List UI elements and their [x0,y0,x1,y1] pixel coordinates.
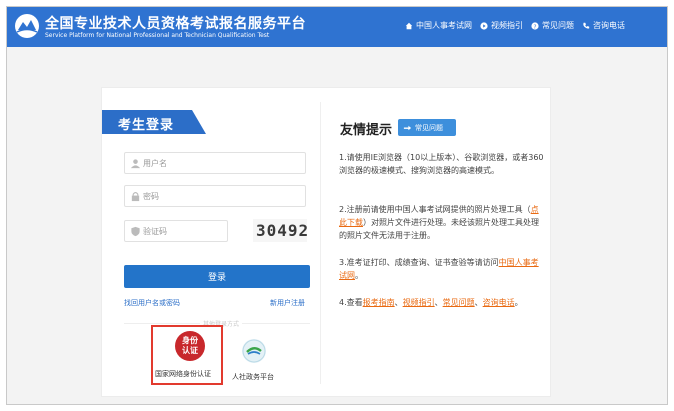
tip-photo: 2.注册前请使用中国人事考试网提供的照片处理工具（点此下载）对照片文件进行处理。… [339,203,545,242]
tip-text: ）对照片文件进行处理。未经该照片处理工具处理的照片文件无法用于注册。 [339,218,539,240]
tip-text: 。 [355,271,363,280]
nav-link-faq[interactable]: ? 常见问题 [531,20,574,31]
tip-help-links: 4.查看报考指南、视频指引、常见问题、咨询电话。 [339,298,523,307]
captcha-image[interactable]: 30492 [253,219,310,242]
svg-text:?: ? [534,24,537,30]
password-input[interactable] [143,189,298,204]
faq-button-label: 常见问题 [415,123,443,132]
user-icon [130,159,141,169]
play-icon [480,21,488,30]
main-card: 考生登录 30492 登录 找回用户名或密码 新用户注册 其他登录方式 身份认证… [101,87,551,397]
faq-button[interactable]: 常见问题 [398,119,456,136]
nav-label: 中国人事考试网 [416,21,472,30]
nav-label: 常见问题 [542,21,574,30]
video-guide-link[interactable]: 视频指引 [403,298,435,307]
hotline-link[interactable]: 咨询电话 [483,298,515,307]
faq-link[interactable]: 常见问题 [443,298,475,307]
forgot-credentials-link[interactable]: 找回用户名或密码 [124,298,180,308]
captcha-text: 30492 [256,221,310,240]
card-separator [320,102,321,384]
tip-text: 2.注册前请使用中国人事考试网提供的照片处理工具（ [339,205,531,214]
shield-icon [131,226,140,237]
gov-platform-icon[interactable] [242,339,266,363]
browser-frame: 全国专业技术人员资格考试报名服务平台 Service Platform for … [6,6,668,405]
phone-icon [583,22,590,29]
captcha-input[interactable] [143,224,223,239]
username-field[interactable] [124,152,306,174]
tip-text: 4.查看 [339,298,363,307]
nav-link-phone[interactable]: 咨询电话 [582,20,625,31]
home-icon [405,22,413,29]
nav-link-video[interactable]: 视频指引 [480,20,523,31]
username-input[interactable] [143,156,298,171]
lock-icon [131,192,140,202]
password-field[interactable] [124,185,306,207]
nav-label: 咨询电话 [593,21,625,30]
login-title: 考生登录 [118,118,175,133]
id-auth-label: 国家网络身份认证 [155,370,211,378]
register-link[interactable]: 新用户注册 [270,298,305,308]
tip-exam-services: 3.准考证打印、成绩查询、证书查验等请访问中国人事考试网。 [339,256,545,282]
nav-link-cpta[interactable]: 中国人事考试网 [405,20,472,31]
nav-label: 视频指引 [491,21,523,30]
national-id-auth-button[interactable]: 身份 认证 国家网络身份认证 [151,325,223,385]
site-subtitle: Service Platform for National Profession… [45,32,270,39]
header-bar: 全国专业技术人员资格考试报名服务平台 Service Platform for … [7,7,667,47]
tip-text: 3.准考证打印、成绩查询、证书查验等请访问 [339,258,499,267]
site-title: 全国专业技术人员资格考试报名服务平台 [45,16,306,32]
guide-link[interactable]: 报考指南 [363,298,395,307]
tip-browser: 1.请使用IE浏览器（10以上版本）、谷歌浏览器，或者360浏览器的极速模式、搜… [339,153,544,175]
tips-title: 友情提示 [340,123,393,138]
hand-point-icon [403,125,412,131]
login-button[interactable]: 登录 [124,265,310,288]
question-icon: ? [531,21,539,30]
gov-platform-label[interactable]: 人社政务平台 [232,372,274,382]
captcha-field[interactable] [124,220,228,242]
tip-text: 。 [514,298,523,307]
top-nav: 中国人事考试网 视频指引 ? 常见问题 咨询电话 [405,20,625,31]
id-auth-badge-icon: 身份 认证 [175,331,205,361]
site-logo-icon [15,14,39,38]
